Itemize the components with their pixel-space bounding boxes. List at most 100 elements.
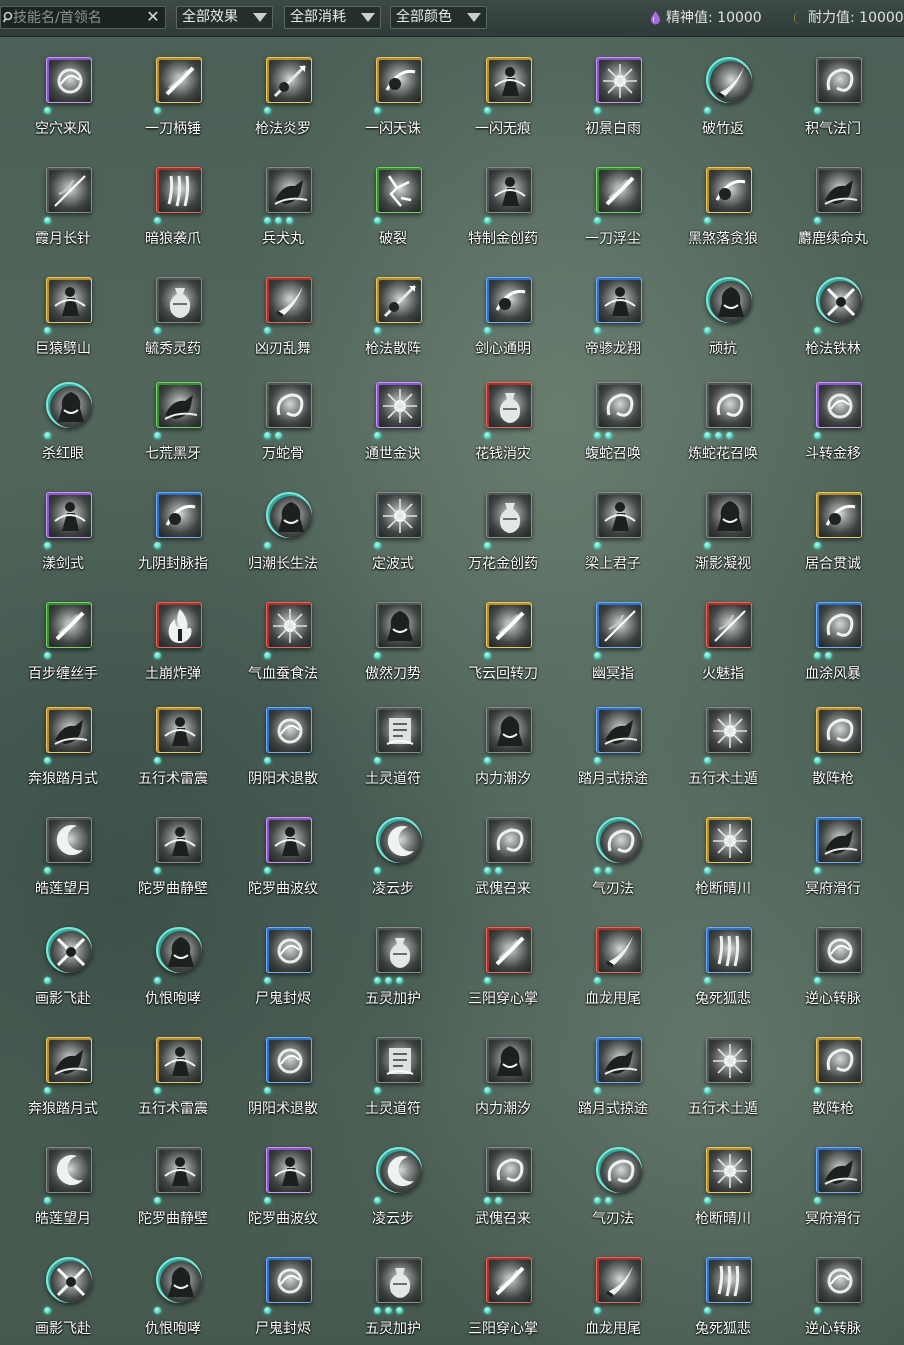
skill-cell[interactable]: 土灵道符: [338, 1020, 448, 1120]
skill-cell[interactable]: 皓莲望月: [8, 800, 118, 900]
skill-cell[interactable]: 百步缠丝手: [8, 585, 118, 685]
skill-icon-button[interactable]: [816, 277, 862, 323]
skill-cell[interactable]: 画影飞赴: [8, 1240, 118, 1340]
skill-icon-button[interactable]: [706, 707, 752, 753]
skill-icon-button[interactable]: [46, 1257, 92, 1303]
skill-cell[interactable]: 散阵枪: [778, 690, 888, 790]
skill-cell[interactable]: 蝮蛇召唤: [558, 365, 668, 465]
skill-icon-button[interactable]: [266, 1257, 312, 1303]
effect-filter-dropdown[interactable]: 全部效果: [176, 6, 273, 29]
skill-cell[interactable]: 破竹返: [668, 40, 778, 140]
skill-cell[interactable]: 一闪无痕: [448, 40, 558, 140]
skill-cell[interactable]: 尸鬼封烬: [228, 1240, 338, 1340]
skill-icon-button[interactable]: [376, 1037, 422, 1083]
skill-cell[interactable]: 兔死狐悲: [668, 1240, 778, 1340]
skill-cell[interactable]: 空穴来风: [8, 40, 118, 140]
skill-icon-button[interactable]: [46, 707, 92, 753]
skill-cell[interactable]: 五行术土遁: [668, 1020, 778, 1120]
clear-search-button[interactable]: ✕: [145, 8, 161, 26]
skill-icon-button[interactable]: [156, 382, 202, 428]
skill-icon-button[interactable]: [46, 167, 92, 213]
skill-icon-button[interactable]: [486, 707, 532, 753]
skill-cell[interactable]: 画影飞赴: [8, 910, 118, 1010]
color-filter-dropdown[interactable]: 全部颜色: [390, 6, 487, 29]
skill-icon-button[interactable]: [46, 57, 92, 103]
skill-icon-button[interactable]: [706, 1257, 752, 1303]
skill-icon-button[interactable]: [46, 1037, 92, 1083]
skill-cell[interactable]: 三阳穿心掌: [448, 910, 558, 1010]
skill-icon-button[interactable]: [486, 817, 532, 863]
skill-icon-button[interactable]: [486, 167, 532, 213]
skill-cell[interactable]: 枪法铁林: [778, 260, 888, 360]
skill-cell[interactable]: 内力潮汐: [448, 1020, 558, 1120]
skill-cell[interactable]: 暗狼袭爪: [118, 150, 228, 250]
skill-icon-button[interactable]: [376, 707, 422, 753]
skill-icon-button[interactable]: [156, 1257, 202, 1303]
skill-cell[interactable]: 皓莲望月: [8, 1130, 118, 1230]
skill-cell[interactable]: 定波式: [338, 475, 448, 575]
skill-icon-button[interactable]: [596, 707, 642, 753]
skill-cell[interactable]: 巨猿劈山: [8, 260, 118, 360]
skill-cell[interactable]: 黑煞落贪狼: [668, 150, 778, 250]
skill-icon-button[interactable]: [266, 57, 312, 103]
skill-icon-button[interactable]: [46, 1147, 92, 1193]
skill-cell[interactable]: 阴阳术退散: [228, 690, 338, 790]
skill-icon-button[interactable]: [46, 817, 92, 863]
skill-cell[interactable]: 逆心转脉: [778, 910, 888, 1010]
skill-icon-button[interactable]: [266, 602, 312, 648]
skill-icon-button[interactable]: [156, 927, 202, 973]
skill-icon-button[interactable]: [486, 1257, 532, 1303]
skill-cell[interactable]: 九阴封脉指: [118, 475, 228, 575]
skill-cell[interactable]: 逆心转脉: [778, 1240, 888, 1340]
cost-filter-dropdown[interactable]: 全部消耗: [284, 6, 381, 29]
skill-icon-button[interactable]: [706, 57, 752, 103]
skill-icon-button[interactable]: [376, 277, 422, 323]
skill-cell[interactable]: 踏月式掠途: [558, 690, 668, 790]
skill-cell[interactable]: 顽抗: [668, 260, 778, 360]
skill-icon-button[interactable]: [376, 57, 422, 103]
skill-cell[interactable]: 阴阳术退散: [228, 1020, 338, 1120]
skill-cell[interactable]: 霞月长针: [8, 150, 118, 250]
skill-icon-button[interactable]: [816, 57, 862, 103]
skill-cell[interactable]: 花钱消灾: [448, 365, 558, 465]
skill-cell[interactable]: 冥府滑行: [778, 800, 888, 900]
skill-cell[interactable]: 破裂: [338, 150, 448, 250]
skill-icon-button[interactable]: [46, 927, 92, 973]
skill-icon-button[interactable]: [706, 602, 752, 648]
skill-icon-button[interactable]: [46, 492, 92, 538]
skill-icon-button[interactable]: [376, 817, 422, 863]
skill-icon-button[interactable]: [596, 57, 642, 103]
skill-cell[interactable]: 陀罗曲波纹: [228, 1130, 338, 1230]
skill-cell[interactable]: 气刃法: [558, 1130, 668, 1230]
skill-cell[interactable]: 一刀柄锤: [118, 40, 228, 140]
skill-icon-button[interactable]: [486, 1147, 532, 1193]
skill-cell[interactable]: 奔狼踏月式: [8, 1020, 118, 1120]
skill-cell[interactable]: 五行术雷震: [118, 1020, 228, 1120]
skill-cell[interactable]: 散阵枪: [778, 1020, 888, 1120]
skill-cell[interactable]: 漾剑式: [8, 475, 118, 575]
skill-cell[interactable]: 气刃法: [558, 800, 668, 900]
skill-icon-button[interactable]: [376, 1257, 422, 1303]
skill-cell[interactable]: 五灵加护: [338, 910, 448, 1010]
skill-icon-button[interactable]: [266, 382, 312, 428]
skill-icon-button[interactable]: [596, 277, 642, 323]
skill-icon-button[interactable]: [156, 277, 202, 323]
skill-icon-button[interactable]: [486, 1037, 532, 1083]
skill-cell[interactable]: 兔死狐悲: [668, 910, 778, 1010]
skill-icon-button[interactable]: [816, 602, 862, 648]
skill-icon-button[interactable]: [486, 382, 532, 428]
skill-cell[interactable]: 血龙甩尾: [558, 910, 668, 1010]
skill-icon-button[interactable]: [706, 817, 752, 863]
skill-cell[interactable]: 火魅指: [668, 585, 778, 685]
skill-icon-button[interactable]: [706, 1037, 752, 1083]
skill-cell[interactable]: 万花金创药: [448, 475, 558, 575]
skill-icon-button[interactable]: [156, 1037, 202, 1083]
skill-cell[interactable]: 枪断晴川: [668, 800, 778, 900]
skill-icon-button[interactable]: [706, 382, 752, 428]
skill-icon-button[interactable]: [596, 602, 642, 648]
skill-icon-button[interactable]: [266, 927, 312, 973]
skill-cell[interactable]: 积气法门: [778, 40, 888, 140]
skill-cell[interactable]: 气血蚕食法: [228, 585, 338, 685]
skill-icon-button[interactable]: [156, 707, 202, 753]
skill-icon-button[interactable]: [376, 927, 422, 973]
